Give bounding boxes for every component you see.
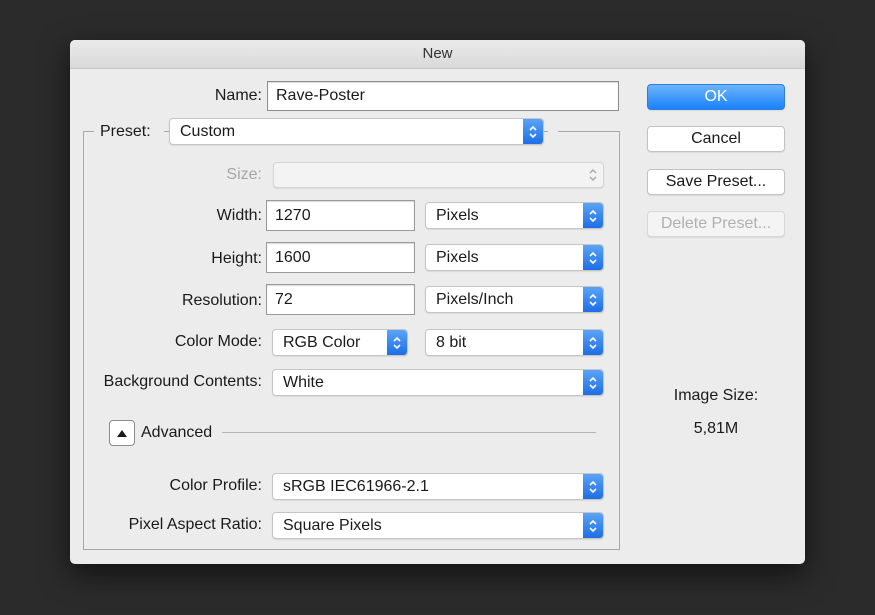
name-label: Name:	[214, 87, 262, 104]
size-select	[273, 162, 604, 188]
width-unit-value: Pixels	[436, 206, 479, 224]
background-contents-label: Background Contents:	[103, 373, 262, 390]
preset-value: Custom	[180, 122, 236, 140]
up-down-chevron-icon	[583, 474, 603, 499]
up-down-chevron-icon	[583, 163, 603, 187]
name-input[interactable]: Rave-Poster	[267, 81, 619, 111]
new-document-dialog: New Name: Rave-Poster Preset: Custom Siz…	[70, 40, 805, 564]
pixel-aspect-label: Pixel Aspect Ratio:	[128, 516, 262, 533]
resolution-unit-value: Pixels/Inch	[436, 290, 514, 308]
preset-select[interactable]: Custom	[169, 118, 544, 145]
width-input[interactable]: 1270	[266, 200, 415, 231]
resolution-label: Resolution:	[181, 292, 262, 309]
up-down-chevron-icon	[583, 330, 603, 355]
save-preset-button[interactable]: Save Preset...	[647, 169, 785, 195]
up-down-chevron-icon	[523, 119, 543, 144]
color-profile-select[interactable]: sRGB IEC61966-2.1	[272, 473, 604, 500]
bit-depth-value: 8 bit	[436, 333, 467, 351]
cancel-button[interactable]: Cancel	[647, 126, 785, 152]
resolution-unit-select[interactable]: Pixels/Inch	[425, 286, 604, 313]
preset-label: Preset:	[100, 123, 151, 140]
up-down-chevron-icon	[387, 330, 407, 355]
height-value: 1600	[275, 248, 311, 266]
height-input[interactable]: 1600	[266, 242, 415, 273]
width-unit-select[interactable]: Pixels	[425, 202, 604, 229]
color-profile-value: sRGB IEC61966-2.1	[283, 477, 429, 495]
up-down-chevron-icon	[583, 287, 603, 312]
height-label: Height:	[211, 250, 262, 267]
width-label: Width:	[216, 207, 262, 224]
color-mode-select[interactable]: RGB Color	[272, 329, 408, 356]
image-size-label: Image Size:	[673, 387, 759, 404]
delete-preset-button: Delete Preset...	[647, 211, 785, 237]
advanced-toggle-button[interactable]	[109, 420, 135, 446]
up-down-chevron-icon	[583, 245, 603, 270]
preset-legend-gap	[548, 119, 558, 143]
height-unit-value: Pixels	[436, 248, 479, 266]
pixel-aspect-select[interactable]: Square Pixels	[272, 512, 604, 539]
triangle-up-icon	[117, 429, 127, 437]
color-profile-label: Color Profile:	[169, 477, 262, 494]
color-mode-value: RGB Color	[283, 333, 361, 351]
name-value: Rave-Poster	[276, 87, 365, 104]
height-unit-select[interactable]: Pixels	[425, 244, 604, 271]
ok-button[interactable]: OK	[647, 84, 785, 110]
up-down-chevron-icon	[583, 370, 603, 395]
resolution-input[interactable]: 72	[266, 284, 415, 315]
background-contents-select[interactable]: White	[272, 369, 604, 396]
pixel-aspect-value: Square Pixels	[283, 516, 382, 534]
bit-depth-select[interactable]: 8 bit	[425, 329, 604, 356]
up-down-chevron-icon	[583, 203, 603, 228]
size-label: Size:	[226, 166, 262, 183]
advanced-divider	[222, 432, 596, 433]
dialog-title: New	[70, 40, 805, 69]
advanced-label: Advanced	[141, 424, 213, 441]
resolution-value: 72	[275, 290, 293, 308]
width-value: 1270	[275, 206, 311, 224]
color-mode-label: Color Mode:	[174, 333, 262, 350]
image-size-value: 5,81M	[693, 420, 739, 437]
up-down-chevron-icon	[583, 513, 603, 538]
background-contents-value: White	[283, 373, 324, 391]
